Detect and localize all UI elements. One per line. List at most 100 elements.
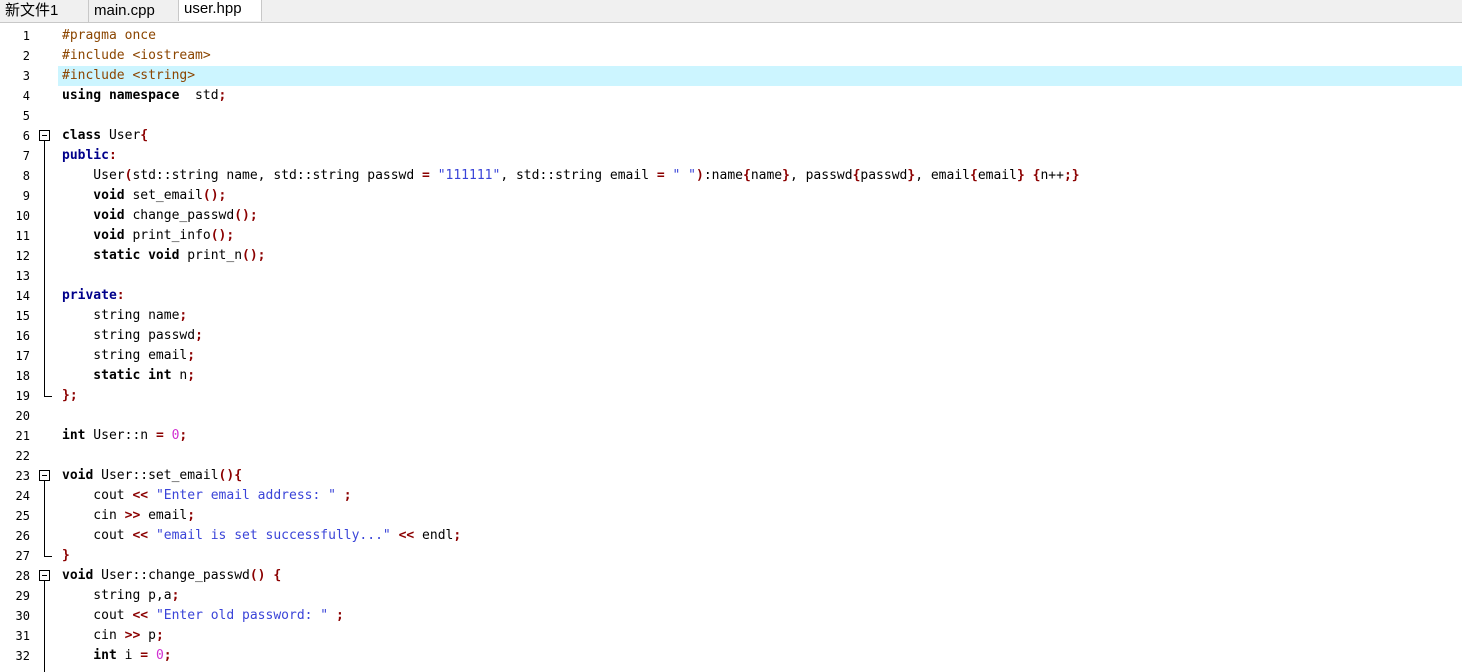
code-token: using namespace bbox=[62, 88, 180, 103]
code-token: email bbox=[140, 508, 188, 523]
code-token: () bbox=[249, 568, 266, 583]
code-token: ; bbox=[187, 508, 196, 523]
tab-bar: 新文件1 main.cpp user.hpp bbox=[0, 0, 1462, 23]
code-token: (); bbox=[202, 188, 227, 203]
code-line[interactable] bbox=[62, 406, 1462, 426]
fold-collapse-icon[interactable] bbox=[39, 570, 50, 581]
code-token: { bbox=[140, 128, 149, 143]
line-number: 19 bbox=[15, 389, 30, 403]
code-line[interactable]: cout << "Enter email address: " ; bbox=[62, 486, 1462, 506]
code-token: #pragma once bbox=[62, 28, 156, 43]
code-line[interactable]: void change_passwd(); bbox=[62, 206, 1462, 226]
code-token: << bbox=[398, 528, 415, 543]
code-token: int bbox=[62, 428, 86, 443]
code-line[interactable]: class User{ bbox=[62, 126, 1462, 146]
code-line[interactable]: User(std::string name, std::string passw… bbox=[62, 166, 1462, 186]
code-token: "Enter email address: " bbox=[155, 488, 336, 503]
code-token: void bbox=[62, 468, 94, 483]
code-token: User::set_email bbox=[93, 468, 219, 483]
code-token: User bbox=[101, 128, 141, 143]
code-line[interactable]: #include <iostream> bbox=[62, 46, 1462, 66]
code-line[interactable]: void User::change_passwd() { bbox=[62, 566, 1462, 586]
fold-collapse-icon[interactable] bbox=[39, 470, 50, 481]
line-number: 17 bbox=[15, 349, 30, 363]
code-line[interactable] bbox=[62, 446, 1462, 466]
code-token: << bbox=[132, 608, 149, 623]
fold-collapse-icon[interactable] bbox=[39, 130, 50, 141]
code-line[interactable]: public: bbox=[62, 146, 1462, 166]
fold-guide bbox=[44, 141, 45, 396]
line-number: 28 bbox=[15, 569, 30, 583]
tab-user-hpp[interactable]: user.hpp bbox=[178, 0, 262, 21]
code-token: { bbox=[273, 568, 282, 583]
code-token: = bbox=[140, 648, 149, 663]
code-token: change_passwd bbox=[124, 208, 235, 223]
line-number: 24 bbox=[15, 489, 30, 503]
line-number: 5 bbox=[22, 109, 30, 123]
line-number: 23 bbox=[15, 469, 30, 483]
code-token: "Enter old password: " bbox=[155, 608, 329, 623]
code-line[interactable]: #include <string> bbox=[58, 66, 1462, 86]
code-token: , std::string email bbox=[500, 168, 657, 183]
code-line[interactable] bbox=[62, 106, 1462, 126]
tab-new-file-1[interactable]: 新文件1 bbox=[0, 0, 88, 22]
code-line[interactable]: }; bbox=[62, 386, 1462, 406]
code-token: }; bbox=[62, 388, 78, 403]
code-token: = bbox=[422, 168, 430, 183]
line-number: 1 bbox=[22, 29, 30, 43]
code-line[interactable]: int i = 0; bbox=[62, 646, 1462, 666]
code-line[interactable]: string name; bbox=[62, 306, 1462, 326]
code-line[interactable]: static int n; bbox=[62, 366, 1462, 386]
code-line[interactable]: cin >> email; bbox=[62, 506, 1462, 526]
code-line[interactable]: void User::set_email(){ bbox=[62, 466, 1462, 486]
code-line[interactable]: static void print_n(); bbox=[62, 246, 1462, 266]
code-token: void bbox=[62, 568, 94, 583]
code-token: cout bbox=[62, 608, 133, 623]
code-line[interactable]: cin >> p; bbox=[62, 626, 1462, 646]
code-token: " " bbox=[672, 168, 697, 183]
code-token: string p,a bbox=[62, 588, 172, 603]
code-token: string passwd bbox=[62, 328, 196, 343]
code-line[interactable]: int User::n = 0; bbox=[62, 426, 1462, 446]
line-number: 16 bbox=[15, 329, 30, 343]
code-line[interactable]: string p,a; bbox=[62, 586, 1462, 606]
code-token: std bbox=[179, 88, 219, 103]
code-line[interactable]: string email; bbox=[62, 346, 1462, 366]
code-token: void bbox=[62, 188, 125, 203]
code-token: name bbox=[750, 168, 783, 183]
line-number: 3 bbox=[22, 69, 30, 83]
code-token: << bbox=[132, 528, 149, 543]
code-token: ;} bbox=[1063, 168, 1080, 183]
code-line[interactable]: private: bbox=[62, 286, 1462, 306]
code-line[interactable]: #pragma once bbox=[62, 26, 1462, 46]
code-line[interactable]: string passwd; bbox=[62, 326, 1462, 346]
code-token: ; bbox=[187, 368, 196, 383]
code-line[interactable]: void set_email(); bbox=[62, 186, 1462, 206]
code-line[interactable]: } bbox=[62, 546, 1462, 566]
code-token: = bbox=[155, 428, 164, 443]
code-line[interactable]: using namespace std; bbox=[62, 86, 1462, 106]
line-number: 29 bbox=[15, 589, 30, 603]
code-line[interactable]: void print_info(); bbox=[62, 226, 1462, 246]
code-token: ; bbox=[179, 428, 188, 443]
code-token: , email bbox=[915, 168, 970, 183]
code-token: : bbox=[116, 288, 125, 303]
code-line[interactable]: cout << "email is set successfully..." <… bbox=[62, 526, 1462, 546]
code-editor[interactable]: 1 #pragma once 2 #include <iostream> 3 #inclu… bbox=[0, 25, 1462, 672]
code-line[interactable] bbox=[62, 266, 1462, 286]
fold-guide bbox=[44, 581, 45, 672]
code-token: cout bbox=[62, 488, 133, 503]
code-token: endl bbox=[414, 528, 454, 543]
code-token: } bbox=[1016, 168, 1025, 183]
code-token: set_email bbox=[124, 188, 203, 203]
tab-main-cpp[interactable]: main.cpp bbox=[88, 0, 178, 22]
code-line[interactable]: cout << "Enter old password: " ; bbox=[62, 606, 1462, 626]
code-token: ; bbox=[171, 588, 180, 603]
code-token: "email is set successfully..." bbox=[155, 528, 391, 543]
line-number: 8 bbox=[22, 169, 30, 183]
